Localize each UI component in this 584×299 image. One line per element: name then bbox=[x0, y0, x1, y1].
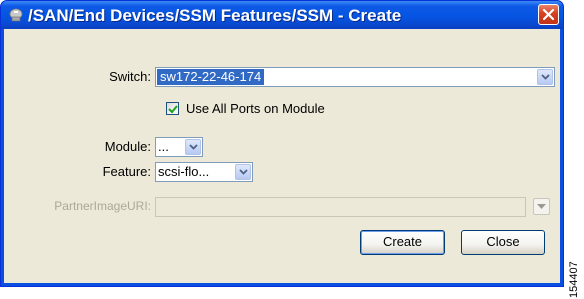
close-button[interactable]: Close bbox=[461, 230, 545, 255]
close-icon bbox=[542, 8, 555, 21]
chevron-down-icon bbox=[239, 169, 248, 175]
module-value: ... bbox=[158, 139, 169, 154]
partner-image-uri-dropdown-button[interactable] bbox=[533, 198, 550, 215]
feature-dropdown-button[interactable] bbox=[235, 164, 251, 180]
checkmark-icon bbox=[168, 105, 178, 114]
fabric-manager-icon bbox=[9, 8, 23, 22]
window-title: /SAN/End Devices/SSM Features/SSM - Crea… bbox=[28, 6, 402, 25]
create-button[interactable]: Create bbox=[360, 230, 445, 255]
feature-value: scsi-flo... bbox=[158, 164, 210, 179]
figure-id: 154407 bbox=[566, 261, 584, 298]
switch-dropdown-button[interactable] bbox=[537, 69, 553, 85]
partner-image-uri-field[interactable] bbox=[155, 197, 526, 217]
switch-dropdown[interactable]: sw172-22-46-174 bbox=[155, 67, 555, 87]
dialog-window: /SAN/End Devices/SSM Features/SSM - Crea… bbox=[0, 0, 564, 287]
use-all-ports-label: Use All Ports on Module bbox=[186, 101, 325, 116]
close-window-button[interactable] bbox=[538, 4, 559, 25]
switch-label: Switch: bbox=[109, 69, 151, 84]
use-all-ports-checkbox[interactable] bbox=[166, 102, 179, 115]
partner-image-uri-label: PartnerImageURI: bbox=[54, 199, 151, 213]
chevron-down-icon bbox=[541, 74, 550, 80]
triangle-down-icon bbox=[537, 204, 546, 209]
figure-id-text: 154407 bbox=[568, 261, 580, 298]
feature-dropdown[interactable]: scsi-flo... bbox=[155, 162, 253, 182]
module-dropdown[interactable]: ... bbox=[155, 137, 203, 157]
title-bar[interactable]: /SAN/End Devices/SSM Features/SSM - Crea… bbox=[1, 1, 563, 29]
dialog-body: Switch: sw172-22-46-174 Use All Ports on… bbox=[4, 29, 560, 283]
module-label: Module: bbox=[104, 139, 151, 154]
chevron-down-icon bbox=[189, 144, 198, 150]
feature-label: Feature: bbox=[102, 164, 151, 179]
module-dropdown-button[interactable] bbox=[185, 139, 201, 155]
switch-value: sw172-22-46-174 bbox=[157, 69, 265, 85]
